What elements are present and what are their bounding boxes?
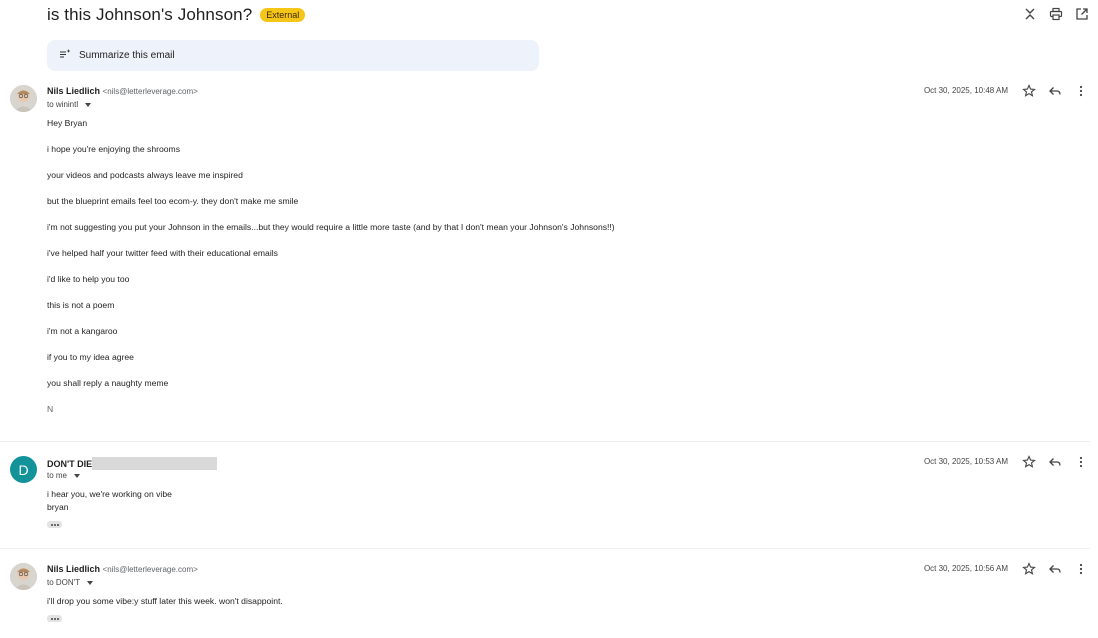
open-new-window-icon[interactable] [1074,6,1090,22]
chevron-down-icon [87,580,94,585]
sender-name: DON'T DIE [47,459,93,469]
redacted-email [92,457,218,470]
star-icon[interactable] [1022,84,1036,103]
signature: N [47,404,54,414]
star-icon[interactable] [1022,562,1036,581]
email-subject: is this Johnson's Johnson? [47,5,253,24]
show-trimmed-content-button[interactable] [47,615,62,622]
summarize-icon [59,47,71,65]
message-date: Oct 30, 2025, 10:48 AM [923,86,1008,95]
recipient-label: to DON'T [47,578,81,587]
more-vert-icon[interactable] [1074,84,1088,103]
star-icon[interactable] [1022,455,1036,474]
message-actions [1022,84,1088,103]
sender: Nils Liedlich <nils@letterleverage.com> [47,564,198,574]
sender: DON'T DIE [47,457,218,470]
thread-actions [1022,6,1090,22]
body-line: but the blueprint emails feel too ecom-y… [47,196,299,206]
more-vert-icon[interactable] [1074,562,1088,581]
reply-icon[interactable] [1048,455,1062,474]
show-trimmed-content-button[interactable] [47,521,62,528]
message-date: Oct 30, 2025, 10:53 AM [923,457,1008,466]
body-line: i'm not suggesting you put your Johnson … [47,222,615,232]
more-vert-icon[interactable] [1074,455,1088,474]
external-badge: External [260,8,306,22]
body-line: i'd like to help you too [47,274,130,284]
recipient-toggle[interactable]: to me [47,471,81,480]
sender-name: Nils Liedlich [47,86,101,96]
recipient-toggle[interactable]: to DON'T [47,578,94,587]
collapse-icon[interactable] [1022,6,1038,22]
reply-icon[interactable] [1048,84,1062,103]
body-line: i'm not a kangaroo [47,326,118,336]
recipient-toggle[interactable]: to winintl [47,100,92,109]
sender: Nils Liedlich <nils@letterleverage.com> [47,86,198,96]
body-line: i hope you're enjoying the shrooms [47,144,181,154]
body-line: your videos and podcasts always leave me… [47,170,243,180]
message-divider [0,441,1090,442]
body-line: Hey Bryan [47,118,88,128]
sender-name: Nils Liedlich [47,564,101,574]
chevron-down-icon [74,473,81,478]
avatar[interactable] [10,563,37,590]
recipient-label: to me [47,471,68,480]
message-actions [1022,455,1088,474]
recipient-label: to winintl [47,100,79,109]
body-line: bryan [47,502,69,512]
sender-email: <nils@letterleverage.com> [102,565,198,574]
body-line: you shall reply a naughty meme [47,378,169,388]
message-date: Oct 30, 2025, 10:56 AM [923,564,1008,573]
body-line: i've helped half your twitter feed with … [47,248,278,258]
body-line: this is not a poem [47,300,115,310]
body-line: i hear you, we're working on vibe [47,489,172,499]
body-line: i'll drop you some vibe:y stuff later th… [47,596,283,606]
message-actions [1022,562,1088,581]
body-line: if you to my idea agree [47,352,134,362]
print-icon[interactable] [1048,6,1064,22]
chevron-down-icon [85,102,92,107]
subject-row: is this Johnson's Johnson? External [47,5,306,25]
avatar[interactable]: D [10,456,37,483]
reply-icon[interactable] [1048,562,1062,581]
sender-email: <nils@letterleverage.com> [102,87,198,96]
summarize-email-button[interactable]: Summarize this email [47,40,539,71]
message-divider [0,548,1090,549]
avatar[interactable] [10,85,37,112]
summarize-label: Summarize this email [79,50,175,61]
